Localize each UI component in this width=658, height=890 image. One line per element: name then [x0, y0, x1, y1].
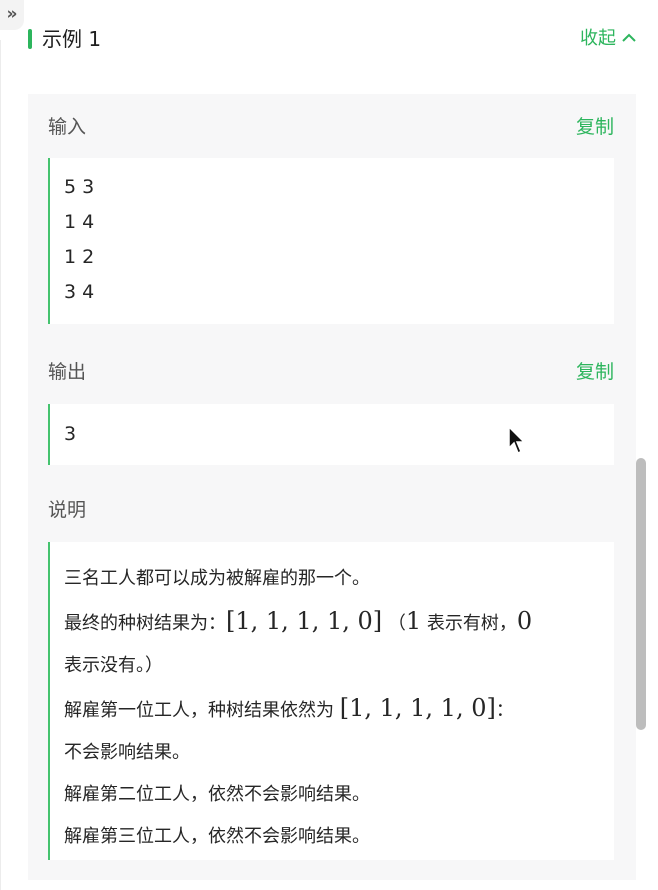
example-title: 示例 1	[42, 27, 102, 51]
explanation-line: 不会影响结果。	[64, 742, 190, 763]
example-panel: 输入 复制 5 3 1 4 1 2 3 4 输出 复制 3 说明 三名工人都可以…	[28, 94, 636, 880]
chevron-up-icon	[622, 33, 636, 42]
math-zero: 0	[516, 607, 533, 635]
explanation-text: 最终的种树结果为：	[64, 613, 226, 634]
explanation-line: 解雇第二位工人，依然不会影响结果。	[64, 784, 370, 805]
collapse-label: 收起	[580, 28, 616, 49]
math-one: 1	[405, 607, 422, 635]
explanation-line: 表示没有。）	[64, 655, 163, 676]
output-code-block[interactable]: 3	[48, 404, 614, 465]
output-label: 输出	[48, 361, 87, 383]
scrollbar-thumb[interactable]	[636, 458, 646, 730]
explanation-line: 三名工人都可以成为被解雇的那一个。	[64, 568, 370, 589]
copy-input-button[interactable]: 复制	[576, 114, 614, 140]
double-chevron-right-icon: »	[6, 4, 18, 24]
collapse-button[interactable]: 收起	[580, 26, 636, 52]
input-label: 输入	[48, 116, 87, 138]
mouse-pointer-icon	[508, 426, 526, 455]
explanation-block: 三名工人都可以成为被解雇的那一个。 最终的种树结果为：[1, 1, 1, 1, …	[48, 542, 614, 860]
explanation-text: ：	[495, 700, 514, 721]
explanation-text: 解雇第一位工人，种树结果依然为	[64, 700, 334, 721]
input-line: 3 4	[64, 281, 95, 303]
input-line: 1 4	[64, 211, 95, 233]
divider	[0, 40, 1, 890]
accent-bar	[28, 29, 32, 49]
output-line: 3	[64, 423, 77, 445]
explanation-label: 说明	[48, 499, 87, 521]
math-array: [1, 1, 1, 1, 0]	[339, 694, 496, 722]
input-line: 1 2	[64, 246, 95, 268]
copy-output-button[interactable]: 复制	[576, 359, 614, 385]
explanation-line: 最终的种树结果为：[1, 1, 1, 1, 0] （1 表示有树，0	[50, 600, 614, 645]
math-array: [1, 1, 1, 1, 0]	[226, 607, 383, 635]
input-line: 5 3	[64, 176, 95, 198]
example-header: 示例 1 收起	[28, 22, 636, 58]
expand-sidebar-button[interactable]: »	[0, 0, 24, 30]
input-code-block[interactable]: 5 3 1 4 1 2 3 4	[48, 158, 614, 324]
explanation-line: 解雇第一位工人，种树结果依然为 [1, 1, 1, 1, 0]：	[50, 687, 614, 732]
explanation-line: 解雇第三位工人，依然不会影响结果。	[64, 826, 370, 847]
explanation-text: 表示有树，	[426, 613, 517, 634]
explanation-text: （	[387, 613, 406, 634]
